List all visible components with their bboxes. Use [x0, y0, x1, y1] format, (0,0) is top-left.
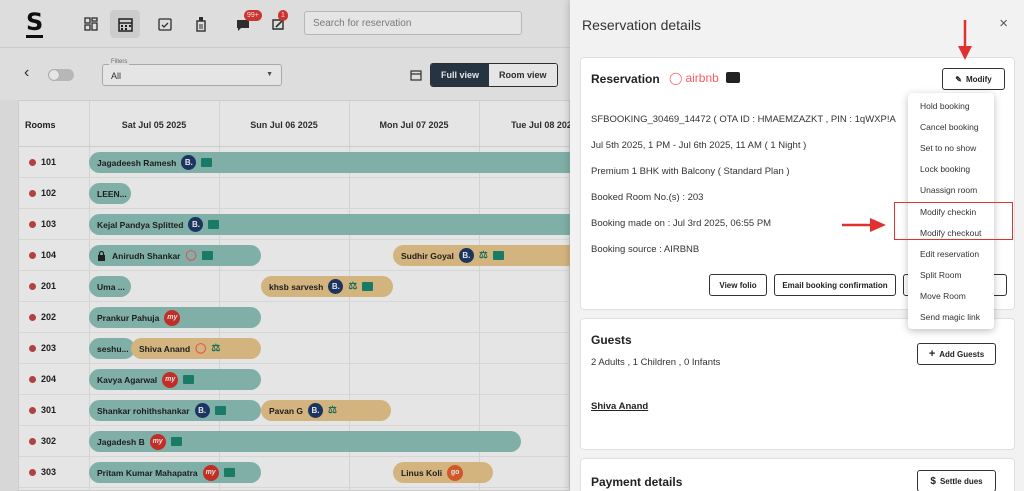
settle-dues-label: Settle dues: [939, 476, 983, 486]
arrow-down-icon: [958, 20, 972, 60]
add-guests-button[interactable]: + Add Guests: [917, 343, 996, 365]
booking-source: Booking source : AIRBNB: [591, 244, 700, 255]
backdrop-overlay[interactable]: [0, 0, 570, 491]
airbnb-wordmark: airbnb: [685, 71, 719, 85]
modify-button[interactable]: ✎ Modify: [942, 68, 1005, 90]
airbnb-logo: ◯ airbnb: [669, 71, 719, 85]
app: S 99+ 1 Search for reservation ‹ Filters…: [0, 0, 1024, 491]
reservation-title: Reservation: [591, 72, 660, 86]
booked-room: Booked Room No.(s) : 203: [591, 192, 704, 203]
payment-title: Payment details: [591, 475, 683, 489]
menu-item-split-room[interactable]: Split Room: [920, 270, 962, 280]
payment-card: Payment details $ Settle dues: [580, 458, 1015, 491]
guest-name-link[interactable]: Shiva Anand: [591, 401, 648, 412]
chat-icon[interactable]: [726, 72, 740, 83]
stay-dates: Jul 5th 2025, 1 PM - Jul 6th 2025, 11 AM…: [591, 140, 807, 151]
view-folio-button[interactable]: View folio: [709, 274, 767, 296]
arrow-right-icon: [842, 218, 886, 232]
plus-icon: +: [928, 348, 936, 360]
menu-item-lock-booking[interactable]: Lock booking: [920, 164, 970, 174]
menu-item-cancel-booking[interactable]: Cancel booking: [920, 122, 979, 132]
airbnb-icon: ◯: [669, 71, 683, 85]
dollar-icon: $: [930, 475, 936, 487]
guest-counts: 2 Adults , 1 Children , 0 Infants: [591, 357, 721, 368]
highlight-box: [894, 202, 1013, 240]
pencil-icon: ✎: [955, 74, 962, 84]
menu-item-unassign-room[interactable]: Unassign room: [920, 185, 977, 195]
room-type: Premium 1 BHK with Balcony ( Standard Pl…: [591, 166, 790, 177]
modify-label: Modify: [965, 74, 992, 84]
menu-item-move-room[interactable]: Move Room: [920, 291, 966, 301]
close-icon[interactable]: ×: [999, 15, 1008, 32]
menu-item-edit-reservation[interactable]: Edit reservation: [920, 249, 979, 259]
guests-title: Guests: [591, 333, 632, 347]
panel-title: Reservation details: [582, 17, 702, 33]
booking-id: SFBOOKING_30469_14472 ( OTA ID : HMAEMZA…: [591, 114, 896, 125]
email-confirmation-button[interactable]: Email booking confirmation: [774, 274, 896, 296]
booking-made-on: Booking made on : Jul 3rd 2025, 06:55 PM: [591, 218, 772, 229]
add-guests-label: Add Guests: [939, 349, 985, 359]
menu-item-no-show[interactable]: Set to no show: [920, 143, 976, 153]
guests-card: Guests 2 Adults , 1 Children , 0 Infants…: [580, 318, 1015, 450]
settle-dues-button[interactable]: $ Settle dues: [917, 470, 996, 491]
menu-item-send-magic-link[interactable]: Send magic link: [920, 312, 980, 322]
menu-item-hold-booking[interactable]: Hold booking: [920, 101, 970, 111]
